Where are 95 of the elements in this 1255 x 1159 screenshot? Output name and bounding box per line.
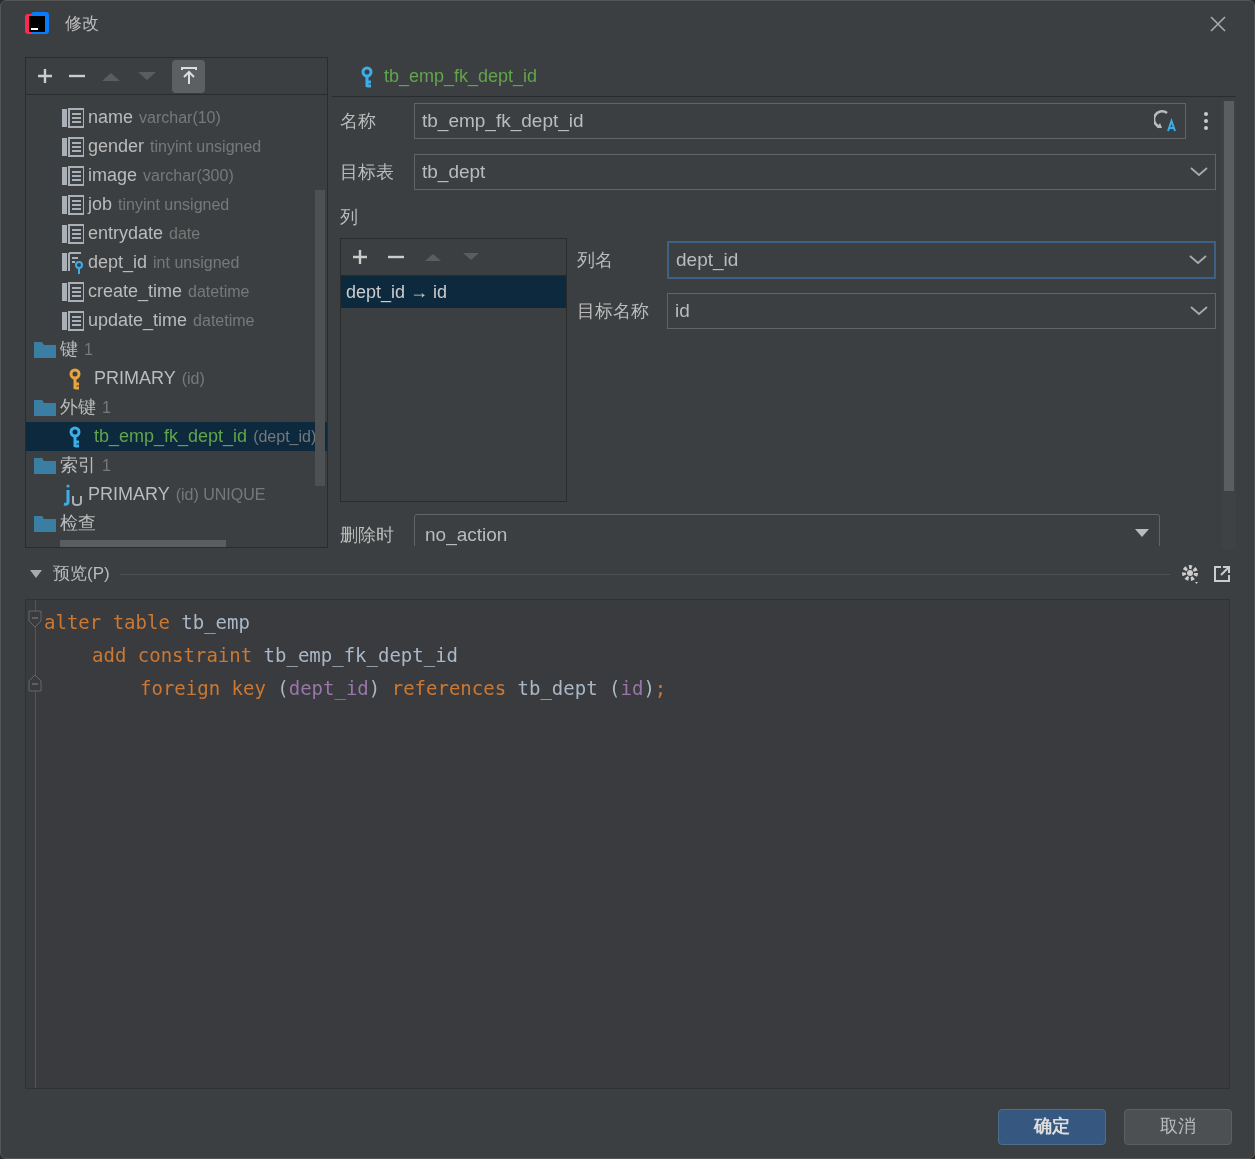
tree-item[interactable]: job tinyint unsigned (26, 190, 327, 219)
item-detail: datetime (193, 310, 255, 331)
tree-item[interactable]: 键 1 (26, 335, 327, 364)
item-name: 索引 (60, 454, 96, 477)
folder-icon (34, 514, 56, 533)
item-name: 外键 (60, 396, 96, 419)
key-icon (68, 425, 82, 448)
tree-item[interactable]: entrydate date (26, 219, 327, 248)
name-field[interactable]: tb_emp_fk_dept_id (414, 103, 1186, 139)
column-key-icon (62, 251, 84, 274)
field-label: 删除时 (340, 524, 395, 546)
item-detail: tinyint unsigned (150, 136, 262, 157)
item-name: PRIMARY (94, 367, 176, 390)
refresh-icon[interactable] (1154, 109, 1178, 133)
code-line: foreign key (dept_id) references tb_dept (id); (140, 676, 667, 702)
column-name-dropdown[interactable]: dept_id (667, 241, 1216, 279)
scrollbar[interactable] (315, 190, 325, 486)
folder-icon (34, 456, 56, 475)
mapping-item[interactable]: dept_id → id (341, 276, 566, 308)
index-icon (62, 483, 84, 506)
scrollbar[interactable] (1224, 101, 1234, 491)
column-icon (62, 194, 84, 215)
move-to-top-button[interactable] (172, 59, 205, 93)
item-name: PRIMARY (88, 483, 170, 506)
tree-item[interactable]: 索引 1 (26, 451, 327, 480)
item-detail: varchar(10) (139, 107, 221, 128)
cancel-button[interactable]: 取消 (1124, 1108, 1232, 1145)
code-line: add constraint tb_emp_fk_dept_id (92, 643, 459, 669)
preview-label[interactable]: 预览(P) (53, 561, 110, 587)
item-name: image (88, 164, 138, 187)
caret-icon[interactable] (29, 569, 43, 579)
chevron-down-icon[interactable] (1190, 306, 1208, 316)
column-icon (62, 165, 84, 186)
add-icon[interactable] (36, 67, 54, 85)
item-detail: 1 (84, 339, 93, 360)
target-name-dropdown[interactable]: id (667, 293, 1216, 329)
key-icon (68, 367, 82, 390)
code-line: alter table tb_emp (44, 610, 250, 636)
folder-icon (34, 398, 56, 417)
tree-item[interactable]: PRIMARY (id) (26, 364, 327, 393)
key-icon (360, 65, 374, 88)
target-table-dropdown[interactable]: tb_dept (414, 154, 1216, 190)
app-logo-icon (25, 12, 49, 36)
chevron-down-icon[interactable] (1189, 255, 1207, 265)
tree-item[interactable]: PRIMARY (id) UNIQUE (26, 480, 327, 509)
item-detail: 1 (102, 397, 111, 418)
ok-button[interactable]: 确定 (998, 1108, 1106, 1145)
item-detail: (id) UNIQUE (175, 484, 266, 505)
field-label: 名称 (340, 109, 377, 133)
item-name: 键 (60, 338, 78, 361)
column-icon (62, 223, 84, 244)
tree-item[interactable]: image varchar(300) (26, 161, 327, 190)
item-name: name (88, 106, 134, 129)
open-external-icon[interactable] (1212, 564, 1232, 584)
item-detail: (dept_id) (253, 426, 317, 447)
item-detail: varchar(300) (143, 165, 234, 186)
window-title: 修改 (65, 13, 99, 36)
tree-item[interactable]: create_time datetime (26, 277, 327, 306)
item-detail: datetime (188, 281, 250, 302)
tree-item[interactable]: update_time datetime (26, 306, 327, 335)
caret-icon[interactable] (1135, 529, 1149, 537)
item-name: 检查 (60, 512, 96, 535)
tree-item[interactable]: gender tinyint unsigned (26, 132, 327, 161)
field-label: 目标名称 (577, 299, 650, 323)
item-detail: int unsigned (153, 252, 240, 273)
item-detail: date (169, 223, 201, 244)
chevron-down-icon[interactable] (1190, 167, 1208, 177)
folder-icon (34, 340, 56, 359)
column-icon (62, 310, 84, 331)
item-name: create_time (88, 280, 183, 304)
field-label: 目标表 (340, 160, 395, 184)
move-to-top-icon (178, 66, 199, 86)
item-name: dept_id (88, 251, 148, 275)
column-icon (62, 136, 84, 157)
tree-item[interactable]: name varchar(10) (26, 103, 327, 132)
item-name: tb_emp_fk_dept_id (94, 425, 248, 449)
tree-item[interactable]: 外键 1 (26, 393, 327, 422)
item-name: gender (88, 135, 145, 158)
tree-item[interactable]: tb_emp_fk_dept_id (dept_id) (26, 422, 327, 451)
add-icon[interactable] (351, 248, 369, 266)
item-name: job (88, 193, 113, 216)
item-detail: tinyint unsigned (118, 194, 230, 215)
constraint-title: tb_emp_fk_dept_id (384, 65, 538, 89)
tree-item[interactable]: dept_id int unsigned (26, 248, 327, 277)
on-delete-dropdown[interactable]: no_action (414, 514, 1160, 546)
column-icon (62, 107, 84, 128)
item-name: entrydate (88, 222, 164, 245)
item-name: update_time (88, 309, 188, 333)
tree-item[interactable]: 检查 (26, 509, 327, 538)
field-label: 列名 (577, 248, 614, 272)
column-icon (62, 281, 84, 302)
item-detail: 1 (102, 455, 111, 476)
item-detail: (id) (181, 368, 205, 389)
section-label: 列 (340, 206, 359, 228)
scrollbar[interactable] (60, 540, 226, 547)
